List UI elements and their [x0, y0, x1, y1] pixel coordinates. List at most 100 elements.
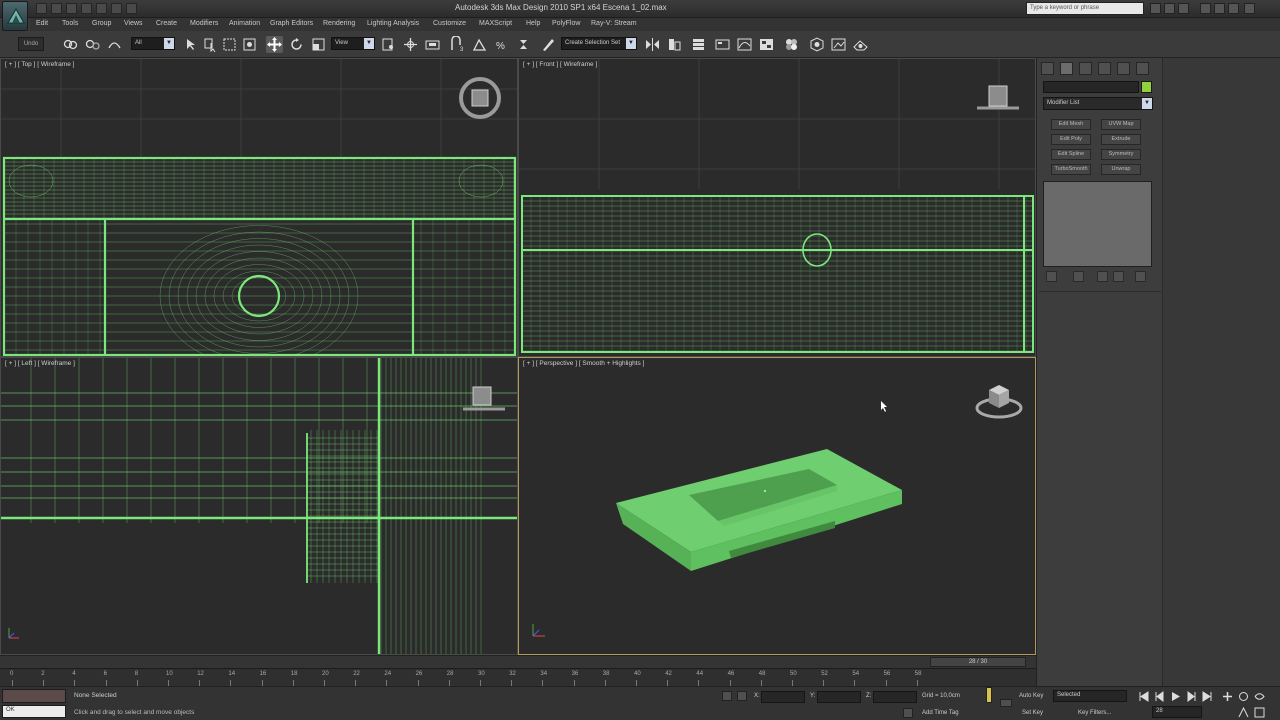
viewport-top[interactable]: [ + ] [ Top ] [ Wireframe ]	[0, 58, 518, 357]
modifier-button[interactable]: TurboSmooth	[1051, 164, 1091, 175]
search-icon[interactable]	[1150, 3, 1161, 14]
menu-edit[interactable]: Edit	[36, 20, 48, 27]
x-coordinate-field[interactable]	[761, 691, 805, 703]
minimize-icon[interactable]	[1214, 3, 1225, 14]
z-coordinate-field[interactable]	[873, 691, 917, 703]
save-icon[interactable]	[66, 3, 77, 14]
keyboard-shortcut-override-icon[interactable]	[424, 36, 441, 53]
remove-modifier-icon[interactable]	[1113, 271, 1124, 282]
menu-polyflow[interactable]: PolyFlow	[552, 20, 580, 27]
selection-filter-dropdown[interactable]: All ▼	[131, 37, 175, 50]
configure-sets-icon[interactable]	[1135, 271, 1146, 282]
spinner-snap-icon[interactable]	[515, 36, 532, 53]
undo-button[interactable]: Undo	[18, 37, 44, 51]
time-tag-icon[interactable]	[903, 708, 913, 718]
key-icon[interactable]	[1000, 699, 1012, 707]
search-input[interactable]: Type a keyword or phrase	[1026, 2, 1144, 15]
curve-editor-icon[interactable]	[736, 36, 753, 53]
absolute-mode-icon[interactable]	[737, 691, 747, 701]
hierarchy-tab-icon[interactable]	[1079, 62, 1092, 75]
application-button[interactable]	[2, 1, 28, 31]
modify-tab-icon[interactable]	[1060, 62, 1073, 75]
modifier-button[interactable]: Edit Mesh	[1051, 119, 1091, 130]
maxscript-listener-button[interactable]	[2, 689, 66, 703]
link-icon[interactable]	[62, 36, 79, 53]
create-tab-icon[interactable]	[1041, 62, 1054, 75]
percent-snap-icon[interactable]: %	[493, 36, 510, 53]
undo-icon[interactable]	[81, 3, 92, 14]
menu-create[interactable]: Create	[156, 20, 177, 27]
modifier-stack[interactable]	[1043, 181, 1152, 267]
modifier-button[interactable]: Unwrap	[1101, 164, 1141, 175]
unlink-icon[interactable]	[84, 36, 101, 53]
viewcube-icon[interactable]	[457, 75, 503, 121]
key-filters-button[interactable]: Key Filters...	[1078, 710, 1111, 716]
window-crossing-icon[interactable]	[241, 36, 258, 53]
go-to-start-icon[interactable]	[1138, 691, 1149, 702]
viewport-label[interactable]: [ + ] [ Front ] [ Wireframe ]	[523, 61, 597, 68]
infocenter-icon[interactable]	[1164, 3, 1175, 14]
select-by-name-icon[interactable]	[202, 36, 219, 53]
schematic-view-icon[interactable]	[758, 36, 775, 53]
viewport-label[interactable]: [ + ] [ Perspective ] [ Smooth + Highlig…	[523, 360, 644, 367]
snaps-toggle-icon[interactable]: 3	[449, 35, 466, 53]
pivot-center-icon[interactable]	[380, 36, 397, 53]
menu-maxscript[interactable]: MAXScript	[479, 20, 512, 27]
angle-snap-icon[interactable]	[471, 36, 488, 53]
align-icon[interactable]	[666, 36, 683, 53]
maximize-icon[interactable]	[1228, 3, 1239, 14]
viewport-front[interactable]: [ + ] [ Front ] [ Wireframe ]	[518, 58, 1036, 357]
add-time-tag[interactable]: Add Time Tag	[922, 710, 959, 716]
select-and-scale-icon[interactable]	[310, 36, 327, 53]
modifier-button[interactable]: UVW Map	[1101, 119, 1141, 130]
make-unique-icon[interactable]	[1097, 271, 1108, 282]
rectangular-selection-icon[interactable]	[221, 36, 238, 53]
menu-rendering[interactable]: Rendering	[323, 20, 355, 27]
field-of-view-icon[interactable]	[1238, 707, 1249, 718]
menu-group[interactable]: Group	[92, 20, 111, 27]
pan-view-icon[interactable]	[1238, 691, 1249, 702]
select-object-icon[interactable]	[183, 36, 200, 53]
select-and-rotate-icon[interactable]	[288, 36, 305, 53]
show-end-result-icon[interactable]	[1073, 271, 1084, 282]
time-slider-thumb[interactable]: 28 / 30	[930, 657, 1026, 667]
orbit-icon[interactable]	[1254, 691, 1265, 702]
graphite-ribbon-icon[interactable]	[714, 36, 731, 53]
track-bar[interactable]: 0 2 4 6 8 10 12 14 16 18 20 22 24 26 28 30 32 34 36 38 40 42 4…	[0, 668, 1036, 686]
edit-named-selection-icon[interactable]	[540, 36, 557, 53]
object-name-field[interactable]	[1043, 81, 1139, 93]
new-icon[interactable]	[36, 3, 47, 14]
display-tab-icon[interactable]	[1117, 62, 1130, 75]
time-slider[interactable]: 28 / 30	[0, 655, 1036, 668]
mirror-icon[interactable]	[644, 36, 661, 53]
set-key-button[interactable]: Set Key	[1022, 710, 1043, 716]
menu-help[interactable]: Help	[526, 20, 540, 27]
select-and-move-icon[interactable]	[266, 36, 283, 53]
fetch-icon[interactable]	[126, 3, 137, 14]
modifier-button[interactable]: Extrude	[1101, 134, 1141, 145]
render-setup-icon[interactable]	[808, 36, 825, 53]
redo-icon[interactable]	[96, 3, 107, 14]
material-editor-icon[interactable]	[783, 36, 800, 53]
modifier-list-dropdown[interactable]: Modifier List ▼	[1043, 97, 1153, 110]
motion-tab-icon[interactable]	[1098, 62, 1111, 75]
menu-tools[interactable]: Tools	[62, 20, 78, 27]
hold-icon[interactable]	[111, 3, 122, 14]
pin-stack-icon[interactable]	[1046, 271, 1057, 282]
viewport-label[interactable]: [ + ] [ Top ] [ Wireframe ]	[5, 61, 74, 68]
previous-frame-icon[interactable]	[1154, 691, 1165, 702]
viewport-left[interactable]: [ + ] [ Left ] [ Wireframe ]	[0, 357, 518, 655]
bind-spacewarp-icon[interactable]	[106, 36, 123, 53]
auto-key-button[interactable]: Auto Key	[1019, 693, 1043, 699]
maxscript-mini-listener[interactable]: OK	[2, 705, 66, 718]
close-icon[interactable]	[1244, 3, 1255, 14]
modifier-button[interactable]: Symmetry	[1101, 149, 1141, 160]
lock-selection-icon[interactable]	[722, 691, 732, 701]
modifier-button[interactable]: Edit Poly	[1051, 134, 1091, 145]
viewcube-icon[interactable]	[973, 380, 1025, 424]
menu-lighting-analysis[interactable]: Lighting Analysis	[367, 20, 419, 27]
viewport-perspective[interactable]: [ + ] [ Perspective ] [ Smooth + Highlig…	[518, 357, 1036, 655]
menu-graph-editors[interactable]: Graph Editors	[270, 20, 313, 27]
next-frame-icon[interactable]	[1186, 691, 1197, 702]
play-icon[interactable]	[1170, 691, 1181, 702]
